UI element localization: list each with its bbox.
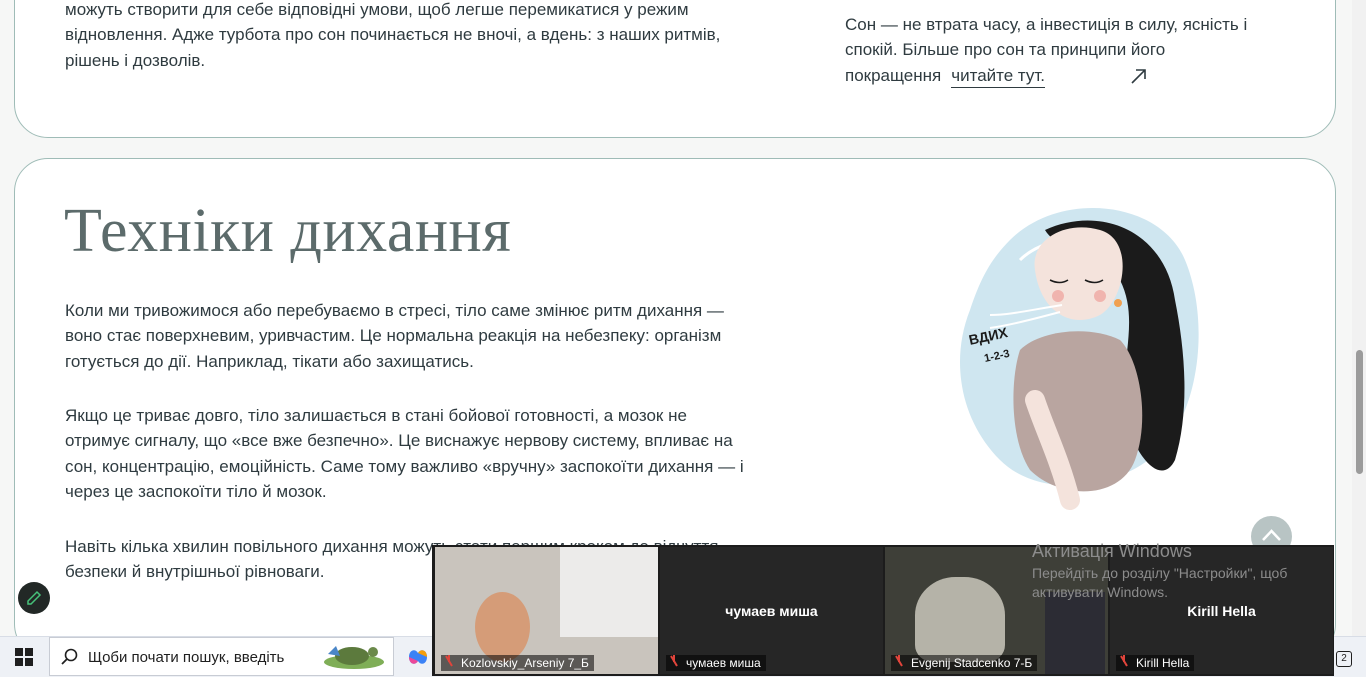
scrollbar[interactable] [1352, 0, 1366, 636]
breathing-paragraph-1: Коли ми тривожимося або перебуваємо в ст… [65, 301, 724, 371]
sleep-text-right-body: Сон — не втрата часу, а інвестиція в сил… [845, 15, 1248, 85]
sleep-text-right: Сон — не втрата часу, а інвестиція в сил… [845, 12, 1265, 88]
activation-line-1: Перейдіть до розділу "Настройки", щоб [1032, 565, 1288, 581]
search-placeholder: Щоби почати пошук, введіть [88, 649, 285, 666]
copilot-icon[interactable] [406, 645, 430, 669]
search-icon [61, 648, 78, 665]
edit-button[interactable] [18, 582, 50, 614]
scrollbar-thumb[interactable] [1356, 350, 1363, 474]
muted-mic-icon [670, 655, 678, 667]
breathing-paragraph-2: Якщо це триває довго, тіло залишається в… [65, 406, 744, 501]
participant-center-name: чумаев миша [725, 603, 818, 619]
activation-line-2: активувати Windows. [1032, 584, 1168, 600]
participant-center-name: Kirill Hella [1187, 603, 1256, 619]
participant-tile[interactable]: Kozlovskiy_Arseniy 7_Б [435, 547, 658, 674]
muted-mic-icon [895, 655, 903, 667]
muted-mic-icon [1120, 655, 1128, 667]
taskbar-search[interactable]: Щоби почати пошук, введіть [49, 637, 394, 676]
search-highlight-icon [324, 646, 384, 669]
windows-activation-watermark: Активація Windows Перейдіть до розділу "… [1032, 542, 1287, 602]
muted-mic-icon [445, 655, 453, 667]
read-more-link[interactable]: читайте тут. [951, 65, 1046, 88]
breathing-illustration: ВДИХ 1-2-3 [960, 207, 1199, 510]
pencil-icon [27, 590, 42, 605]
participant-label: Kozlovskiy_Arseniy 7_Б [441, 655, 594, 671]
arrow-up-right-icon[interactable] [1129, 66, 1149, 86]
participant-label: Evgenij Stadcenko 7-Б [891, 655, 1038, 671]
activation-title: Активація Windows [1032, 541, 1192, 561]
participant-tile[interactable]: чумаев миша чумаев миша [660, 547, 883, 674]
notification-badge[interactable]: 2 [1336, 651, 1352, 667]
breathing-title: Техніки дихання [64, 197, 512, 265]
participant-label: чумаев миша [666, 655, 766, 671]
windows-start-icon[interactable] [14, 647, 34, 667]
sleep-text-left: можуть створити для себе відповідні умов… [65, 0, 721, 70]
